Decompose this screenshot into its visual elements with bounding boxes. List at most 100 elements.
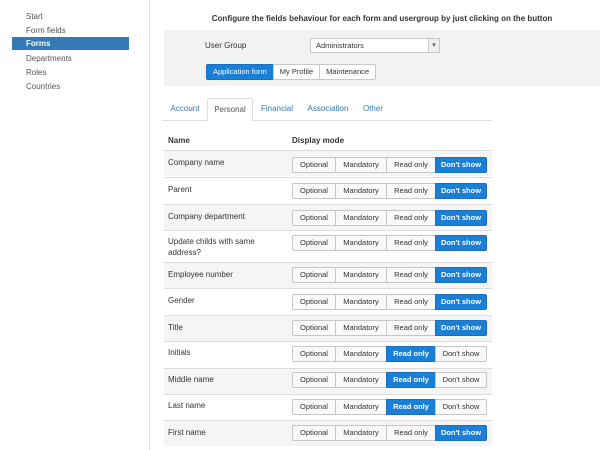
optional-button[interactable]: Optional <box>292 235 336 251</box>
form-tab-application-form[interactable]: Application form <box>206 64 274 80</box>
filter-panel: User Group Administrators ▾ Application … <box>164 30 600 86</box>
field-name: Employee number <box>168 270 233 279</box>
user-group-value: Administrators <box>316 41 364 50</box>
tab-financial[interactable]: Financial <box>255 98 299 121</box>
table-row: Title Optional Mandatory Read only Don't sho… <box>164 315 492 341</box>
sidebar-item-roles[interactable]: Roles <box>12 66 129 79</box>
mandatory-button[interactable]: Mandatory <box>335 399 387 415</box>
field-name: Update childs with same address? <box>168 237 255 257</box>
display-mode-group: Optional Mandatory Read only Don't show <box>292 294 487 310</box>
display-mode-group: Optional Mandatory Read only Don't show <box>292 210 487 226</box>
sidebar-item-start[interactable]: Start <box>12 10 129 23</box>
dont-show-button[interactable]: Don't show <box>435 320 487 336</box>
dont-show-button[interactable]: Don't show <box>435 183 487 199</box>
read-only-button[interactable]: Read only <box>386 399 436 415</box>
read-only-button[interactable]: Read only <box>386 183 436 199</box>
optional-button[interactable]: Optional <box>292 294 336 310</box>
optional-button[interactable]: Optional <box>292 267 336 283</box>
form-tabs: Application form My Profile Maintenance <box>206 64 377 80</box>
field-name: Gender <box>168 296 195 305</box>
display-mode-group: Optional Mandatory Read only Don't show <box>292 346 487 362</box>
field-name: Title <box>168 323 183 332</box>
read-only-button[interactable]: Read only <box>386 425 436 441</box>
column-header-display-mode: Display mode <box>292 136 345 145</box>
dont-show-button[interactable]: Don't show <box>435 346 487 362</box>
table-row: Company name Optional Mandatory Read only Do… <box>164 150 492 176</box>
tab-personal[interactable]: Personal <box>207 98 253 122</box>
read-only-button[interactable]: Read only <box>386 235 436 251</box>
sidebar-item-departments[interactable]: Departments <box>12 52 129 65</box>
display-mode-group: Optional Mandatory Read only Don't show <box>292 399 487 415</box>
category-tabs: Account Personal Financial Association O… <box>162 98 492 122</box>
field-name: Parent <box>168 185 192 194</box>
mandatory-button[interactable]: Mandatory <box>335 372 387 388</box>
read-only-button[interactable]: Read only <box>386 157 436 173</box>
sidebar-item-countries[interactable]: Countries <box>12 80 129 93</box>
display-mode-group: Optional Mandatory Read only Don't show <box>292 320 487 336</box>
sidebar: Start Form fields Forms Departments Role… <box>0 0 150 450</box>
field-name: First name <box>168 428 206 437</box>
form-tab-maintenance[interactable]: Maintenance <box>319 64 377 80</box>
sidebar-item-form-fields[interactable]: Form fields <box>12 24 129 37</box>
dont-show-button[interactable]: Don't show <box>435 210 487 226</box>
mandatory-button[interactable]: Mandatory <box>335 320 387 336</box>
user-group-select[interactable]: Administrators ▾ <box>310 38 440 53</box>
form-tab-my-profile[interactable]: My Profile <box>272 64 321 80</box>
table-row: Last name Optional Mandatory Read only Don't… <box>164 394 492 420</box>
mandatory-button[interactable]: Mandatory <box>335 425 387 441</box>
table-row: Update childs with same address? Optional… <box>164 230 492 261</box>
chevron-down-icon: ▾ <box>428 39 439 52</box>
tab-account[interactable]: Account <box>164 98 206 121</box>
table-row: Middle name Optional Mandatory Read only Don… <box>164 368 492 394</box>
mandatory-button[interactable]: Mandatory <box>335 157 387 173</box>
table-row: Company department Optional Mandatory Read … <box>164 204 492 230</box>
optional-button[interactable]: Optional <box>292 399 336 415</box>
dont-show-button[interactable]: Don't show <box>435 267 487 283</box>
read-only-button[interactable]: Read only <box>386 372 436 388</box>
read-only-button[interactable]: Read only <box>386 320 436 336</box>
table-row: Parent Optional Mandatory Read only Don't sh… <box>164 177 492 203</box>
read-only-button[interactable]: Read only <box>386 294 436 310</box>
field-name: Middle name <box>168 375 214 384</box>
field-name: Company name <box>168 158 225 167</box>
display-mode-group: Optional Mandatory Read only Don't show <box>292 267 487 283</box>
read-only-button[interactable]: Read only <box>386 210 436 226</box>
mandatory-button[interactable]: Mandatory <box>335 210 387 226</box>
display-mode-group: Optional Mandatory Read only Don't show <box>292 425 487 441</box>
optional-button[interactable]: Optional <box>292 320 336 336</box>
read-only-button[interactable]: Read only <box>386 267 436 283</box>
display-mode-group: Optional Mandatory Read only Don't show <box>292 157 487 173</box>
optional-button[interactable]: Optional <box>292 157 336 173</box>
field-name: Company department <box>168 212 245 221</box>
dont-show-button[interactable]: Don't show <box>435 235 487 251</box>
field-name: Initials <box>168 348 191 357</box>
dont-show-button[interactable]: Don't show <box>435 294 487 310</box>
optional-button[interactable]: Optional <box>292 372 336 388</box>
mandatory-button[interactable]: Mandatory <box>335 267 387 283</box>
display-mode-group: Optional Mandatory Read only Don't show <box>292 235 487 251</box>
display-mode-group: Optional Mandatory Read only Don't show <box>292 183 487 199</box>
optional-button[interactable]: Optional <box>292 425 336 441</box>
mandatory-button[interactable]: Mandatory <box>335 294 387 310</box>
field-name: Last name <box>168 401 206 410</box>
optional-button[interactable]: Optional <box>292 346 336 362</box>
read-only-button[interactable]: Read only <box>386 346 436 362</box>
optional-button[interactable]: Optional <box>292 210 336 226</box>
page-title: Configure the fields behaviour for each … <box>211 14 553 23</box>
mandatory-button[interactable]: Mandatory <box>335 235 387 251</box>
table-row: Gender Optional Mandatory Read only Don't sh… <box>164 288 492 314</box>
mandatory-button[interactable]: Mandatory <box>335 346 387 362</box>
display-mode-group: Optional Mandatory Read only Don't show <box>292 372 487 388</box>
column-header-name: Name <box>168 136 190 145</box>
dont-show-button[interactable]: Don't show <box>435 425 487 441</box>
dont-show-button[interactable]: Don't show <box>435 372 487 388</box>
dont-show-button[interactable]: Don't show <box>435 157 487 173</box>
tab-other[interactable]: Other <box>358 98 388 121</box>
user-group-label: User Group <box>205 41 247 50</box>
dont-show-button[interactable]: Don't show <box>435 399 487 415</box>
table-row: Employee number Optional Mandatory Read onl… <box>164 262 492 288</box>
sidebar-item-forms[interactable]: Forms <box>12 37 129 50</box>
optional-button[interactable]: Optional <box>292 183 336 199</box>
mandatory-button[interactable]: Mandatory <box>335 183 387 199</box>
tab-association[interactable]: Association <box>302 98 354 121</box>
